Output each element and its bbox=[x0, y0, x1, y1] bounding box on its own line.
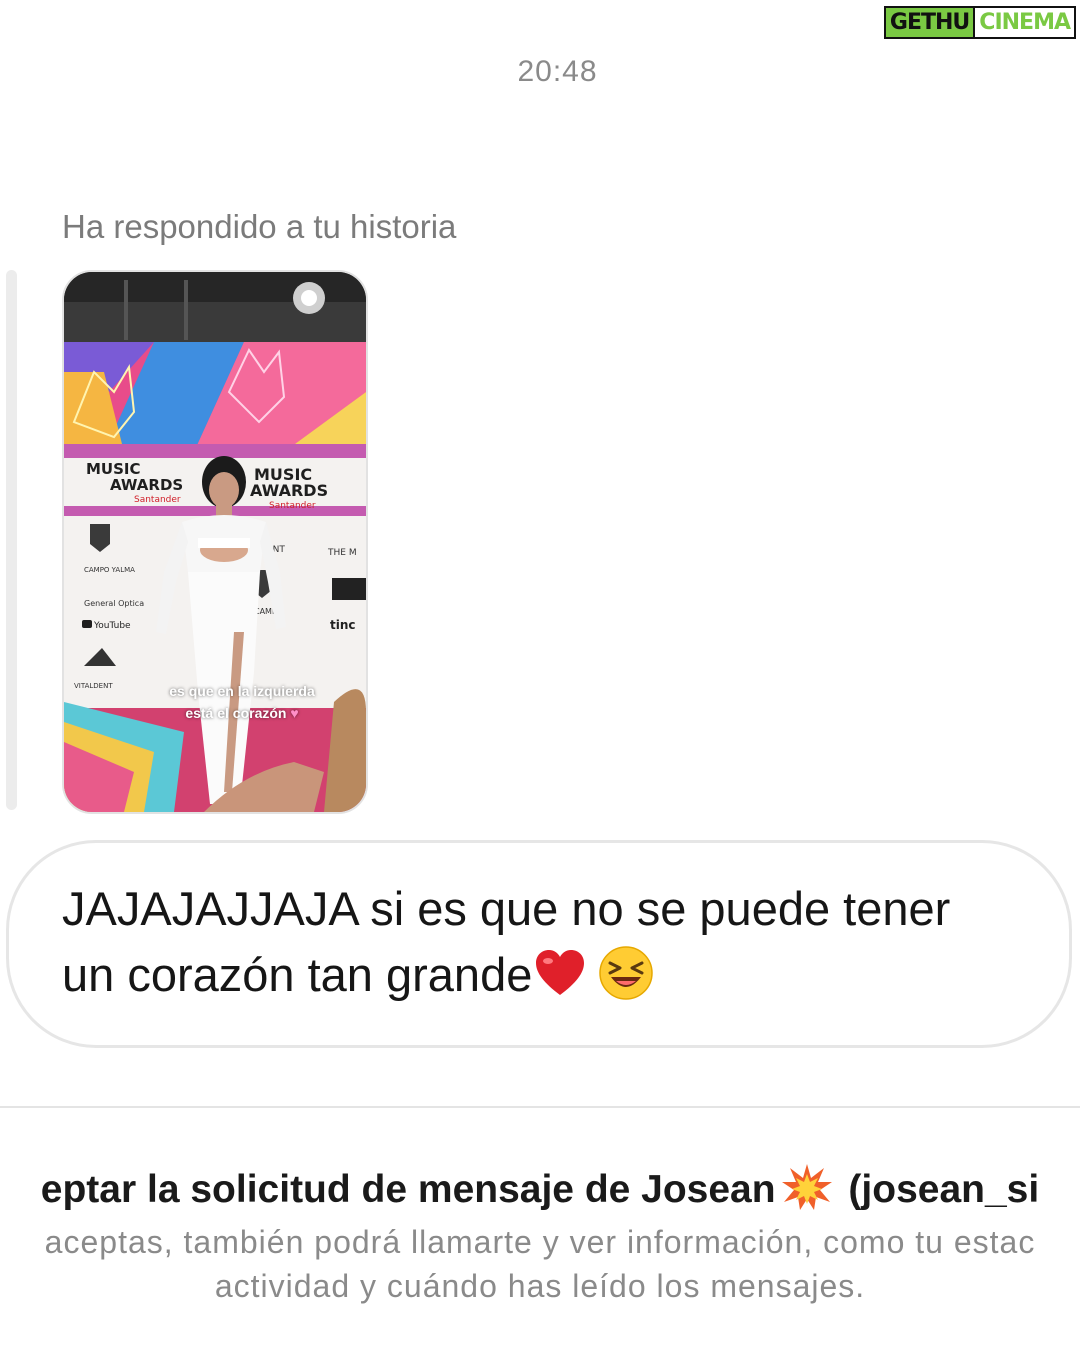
logo-general: General Optica bbox=[84, 599, 144, 608]
request-desc-line2: actividad y cuándo has leído los mensaje… bbox=[214, 1268, 866, 1304]
watermark-part2: CINEMA bbox=[975, 6, 1076, 39]
sign-right-sponsor: Santander bbox=[269, 501, 316, 511]
message-line2: un corazón tan grande bbox=[62, 948, 533, 1001]
story-reply-note: Ha respondido a tu historia bbox=[62, 208, 457, 245]
request-desc-line1: aceptas, también podrá llamarte y ver in… bbox=[44, 1224, 1036, 1260]
chat-screen: GETHU CINEMA 20:48 Ha respondido a tu his… bbox=[0, 0, 1080, 1346]
message-request-description: aceptas, también podrá llamarte y ver in… bbox=[0, 1220, 1080, 1308]
story-caption-line2: está el corazón bbox=[185, 705, 287, 721]
message-line1: JAJAJAJJAJA si es que no se puede tener bbox=[62, 882, 951, 935]
logo-vitaldent: VITALDENT bbox=[74, 682, 113, 690]
story-caption-line1: es que en la izquierda bbox=[169, 683, 315, 699]
story-caption: es que en la izquierda está el corazón ♥ bbox=[169, 683, 315, 721]
collision-icon bbox=[781, 1164, 832, 1210]
message-timestamp: 20:48 bbox=[517, 55, 598, 88]
logo-campo: CAMPO YALMA bbox=[84, 566, 135, 574]
sign-left-sponsor: Santander bbox=[134, 495, 181, 505]
laughing-face-icon bbox=[599, 946, 654, 1000]
story-thumbnail[interactable]: MUSIC AWARDS Santander MUSIC AWARDS Sant… bbox=[62, 270, 368, 814]
section-divider bbox=[0, 1106, 1080, 1108]
watermark-part1: GETHU bbox=[883, 6, 976, 39]
message-text: JAJAJAJJAJA si es que no se puede tener … bbox=[62, 876, 1052, 1008]
reply-indicator-bar bbox=[6, 270, 17, 810]
logo-tinc: tinc bbox=[330, 618, 356, 632]
story-image: MUSIC AWARDS Santander MUSIC AWARDS Sant… bbox=[64, 272, 366, 812]
message-request-title: eptar la solicitud de mensaje de Josean … bbox=[0, 1162, 1080, 1212]
watermark-logo: GETHU CINEMA bbox=[883, 6, 1076, 39]
logo-the: THE M bbox=[327, 548, 357, 558]
sign-left-awards: AWARDS bbox=[110, 476, 183, 494]
sign-right-awards: AWARDS bbox=[250, 481, 328, 500]
request-username: (josean_si bbox=[848, 1168, 1040, 1211]
red-heart-icon bbox=[536, 950, 585, 995]
logo-youtube: YouTube bbox=[93, 621, 131, 631]
request-title-text: eptar la solicitud de mensaje de Josean bbox=[40, 1168, 776, 1211]
